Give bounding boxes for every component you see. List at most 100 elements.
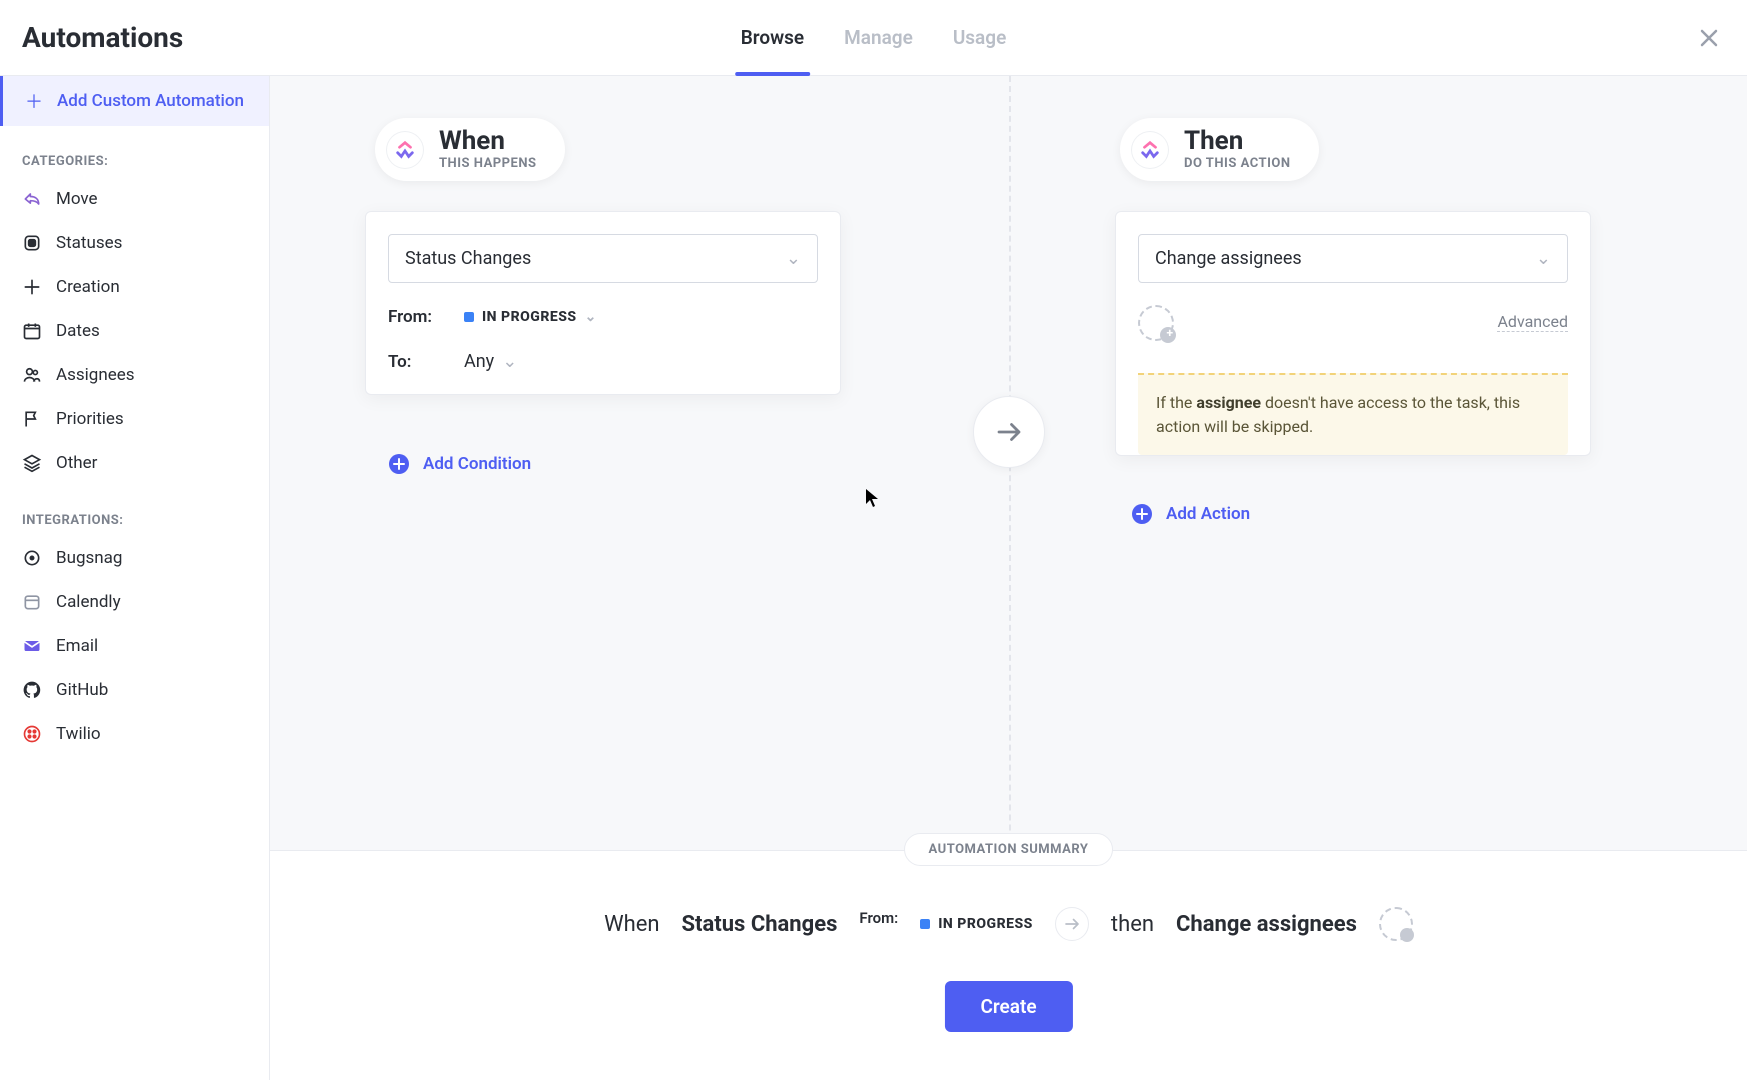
sidebar-item-creation[interactable]: Creation xyxy=(0,265,269,309)
from-status-value: In Progress xyxy=(482,309,577,325)
sidebar-item-dates[interactable]: Dates xyxy=(0,309,269,353)
footer: Automation Summary When Status Changes F… xyxy=(270,850,1747,1080)
sidebar-item-label: Bugsnag xyxy=(56,548,122,568)
advanced-link[interactable]: Advanced xyxy=(1497,312,1568,332)
summary-action: Change assignees xyxy=(1176,912,1357,937)
arrow-right-icon xyxy=(973,396,1045,468)
flag-icon xyxy=(22,409,42,429)
sidebar-item-statuses[interactable]: Statuses xyxy=(0,221,269,265)
cursor-icon xyxy=(865,488,879,512)
sidebar-item-label: GitHub xyxy=(56,680,108,700)
plus-icon: ＋ xyxy=(25,88,43,114)
trigger-select[interactable]: Status Changes ⌄ xyxy=(388,234,818,283)
sidebar-item-email[interactable]: Email xyxy=(0,624,269,668)
tab-manage[interactable]: Manage xyxy=(844,0,913,75)
plus-circle-icon xyxy=(22,277,42,297)
header: Automations Browse Manage Usage xyxy=(0,0,1747,76)
calendar-icon xyxy=(22,321,42,341)
plus-circle-icon xyxy=(1132,504,1152,524)
summary-from-value: In Progress xyxy=(920,916,1033,932)
calendly-icon xyxy=(22,592,42,612)
trigger-select-value: Status Changes xyxy=(405,248,531,269)
status-color-swatch xyxy=(464,312,474,322)
sidebar-item-assignees[interactable]: Assignees xyxy=(0,353,269,397)
add-custom-automation[interactable]: ＋ Add Custom Automation xyxy=(0,76,269,126)
then-title: Then xyxy=(1184,128,1291,154)
sidebar-item-github[interactable]: GitHub xyxy=(0,668,269,712)
arrow-right-icon xyxy=(1055,907,1089,941)
categories-header: Categories: xyxy=(0,126,269,177)
sidebar-item-label: Twilio xyxy=(56,724,101,744)
action-select-value: Change assignees xyxy=(1155,248,1302,269)
bugsnag-icon xyxy=(22,548,42,568)
action-select[interactable]: Change assignees ⌄ xyxy=(1138,234,1568,283)
when-subtitle: This happens xyxy=(439,156,537,171)
sidebar-item-other[interactable]: Other xyxy=(0,441,269,485)
create-button[interactable]: Create xyxy=(944,981,1072,1032)
clickup-icon xyxy=(387,132,423,168)
tab-browse[interactable]: Browse xyxy=(741,0,804,75)
summary-label: Automation Summary xyxy=(904,833,1114,866)
when-pill: When This happens xyxy=(375,118,565,181)
tab-bar: Browse Manage Usage xyxy=(741,0,1007,75)
to-status-picker[interactable]: Any ⌄ xyxy=(464,351,517,372)
sidebar-item-label: Statuses xyxy=(56,233,122,253)
automation-canvas: When This happens Then Do this action St… xyxy=(270,76,1747,1080)
summary-then: then xyxy=(1111,912,1154,937)
assignee-picker[interactable]: + xyxy=(1138,305,1174,341)
tab-usage[interactable]: Usage xyxy=(953,0,1006,75)
page-title: Automations xyxy=(22,21,183,54)
add-condition-button[interactable]: Add Condition xyxy=(389,454,531,474)
sidebar-item-label: Email xyxy=(56,636,98,656)
chevron-down-icon: ⌄ xyxy=(502,351,517,372)
summary-trigger: Status Changes xyxy=(682,912,838,937)
add-action-button[interactable]: Add Action xyxy=(1132,504,1250,524)
sidebar-item-move[interactable]: Move xyxy=(0,177,269,221)
from-label: From: xyxy=(388,307,442,327)
then-pill: Then Do this action xyxy=(1120,118,1319,181)
summary-when: When xyxy=(604,912,659,937)
twilio-icon xyxy=(22,724,42,744)
chevron-down-icon: ⌄ xyxy=(1536,248,1551,269)
sidebar-item-label: Priorities xyxy=(56,409,124,429)
from-status-picker[interactable]: In Progress ⌄ xyxy=(464,309,597,325)
sidebar-item-label: Dates xyxy=(56,321,100,341)
plus-circle-icon xyxy=(389,454,409,474)
people-icon xyxy=(22,365,42,385)
chevron-down-icon: ⌄ xyxy=(585,309,597,325)
chevron-down-icon: ⌄ xyxy=(786,248,801,269)
sidebar-item-label: Move xyxy=(56,189,98,209)
summary-line: When Status Changes From: In Progress th… xyxy=(270,907,1747,941)
add-custom-label: Add Custom Automation xyxy=(57,91,244,111)
sidebar-item-label: Calendly xyxy=(56,592,121,612)
layers-icon xyxy=(22,453,42,473)
summary-from-label: From: xyxy=(859,909,898,927)
sidebar-item-twilio[interactable]: Twilio xyxy=(0,712,269,756)
status-icon xyxy=(22,233,42,253)
to-status-value: Any xyxy=(464,351,494,372)
sidebar-item-label: Other xyxy=(56,453,97,473)
summary-assignee-icon xyxy=(1379,907,1413,941)
status-color-swatch xyxy=(920,919,930,929)
add-action-label: Add Action xyxy=(1166,504,1250,524)
to-label: To: xyxy=(388,352,442,372)
share-icon xyxy=(22,189,42,209)
integrations-header: Integrations: xyxy=(0,485,269,536)
github-icon xyxy=(22,680,42,700)
close-icon[interactable] xyxy=(1693,22,1725,54)
clickup-icon xyxy=(1132,132,1168,168)
trigger-card: Status Changes ⌄ From: In Progress ⌄ To:… xyxy=(365,211,841,395)
sidebar-item-label: Assignees xyxy=(56,365,135,385)
sidebar: ＋ Add Custom Automation Categories: Move… xyxy=(0,76,270,1080)
then-subtitle: Do this action xyxy=(1184,156,1291,171)
sidebar-item-calendly[interactable]: Calendly xyxy=(0,580,269,624)
assignee-warning: If the assignee doesn't have access to t… xyxy=(1138,373,1568,455)
action-card: Change assignees ⌄ + Advanced If the ass… xyxy=(1115,211,1591,456)
add-condition-label: Add Condition xyxy=(423,454,531,474)
sidebar-item-label: Creation xyxy=(56,277,120,297)
sidebar-item-bugsnag[interactable]: Bugsnag xyxy=(0,536,269,580)
sidebar-item-priorities[interactable]: Priorities xyxy=(0,397,269,441)
plus-icon: + xyxy=(1166,326,1173,340)
email-icon xyxy=(22,636,42,656)
when-title: When xyxy=(439,128,537,154)
